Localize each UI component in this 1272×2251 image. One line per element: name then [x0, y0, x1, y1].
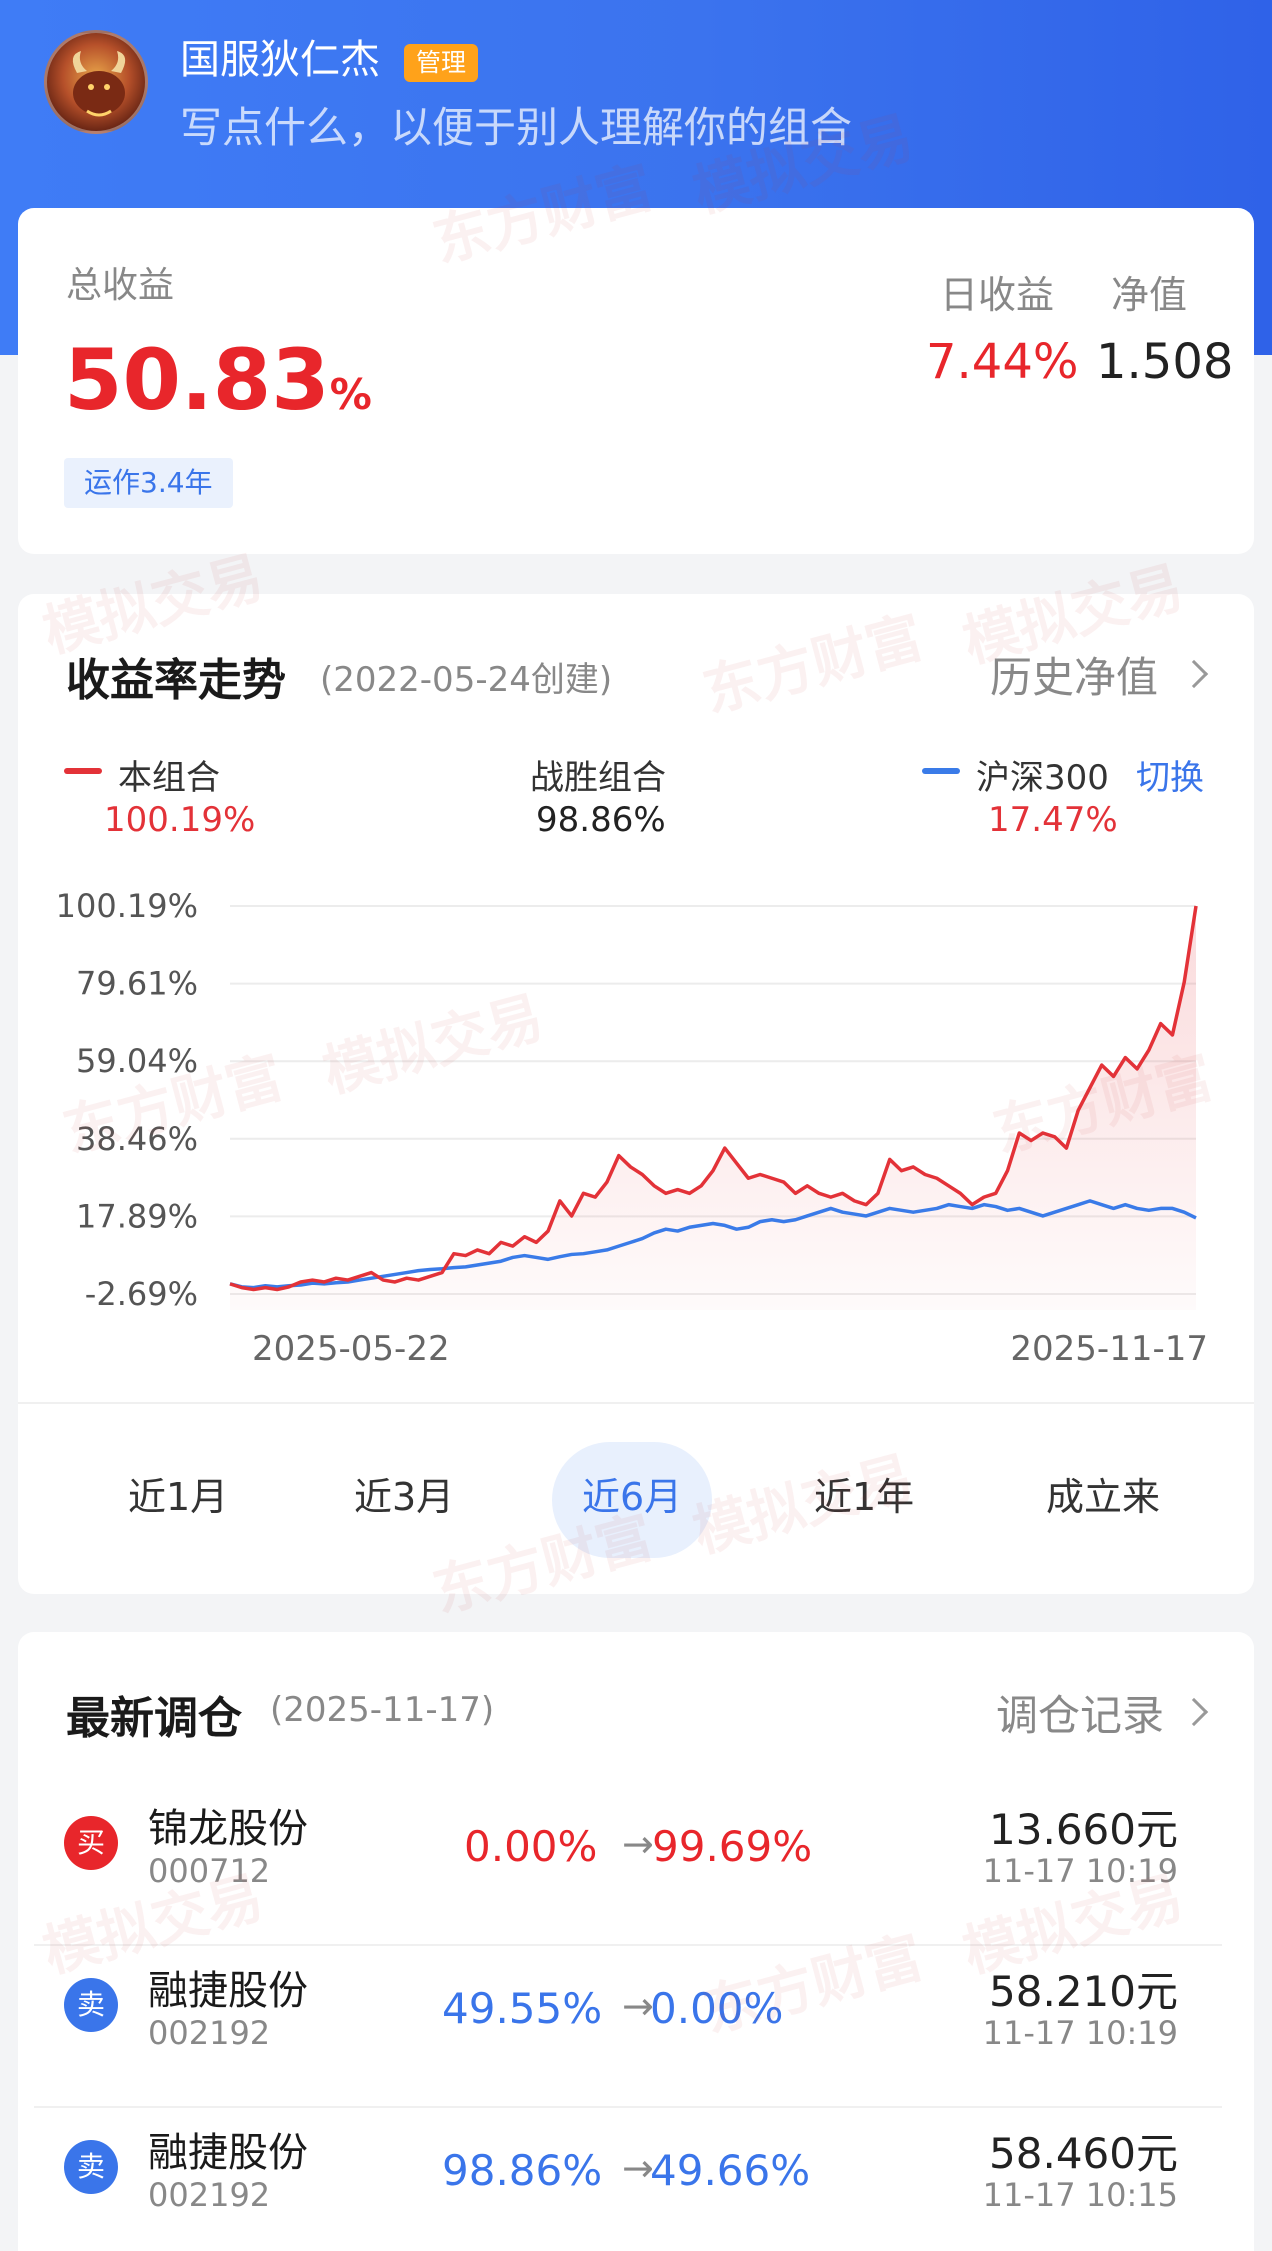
sell-icon: 卖 — [64, 2140, 118, 2194]
position-to: 49.66% — [650, 2146, 811, 2195]
rebalance-card: 最新调仓 (2025-11-17) 调仓记录 买锦龙股份 000712 0.00% →… — [18, 1632, 1254, 2251]
nav-label: 净值 — [1111, 273, 1188, 317]
rebalance-row[interactable]: 卖融捷股份 002192 98.86% → 49.66% 58.460元 11-17 10:… — [18, 2106, 1254, 2251]
trade-price: 13.660元 — [989, 1805, 1178, 1854]
arrow-right-icon: → — [622, 1822, 654, 1866]
return-trend-chart[interactable]: 100.19% 79.61% 59.04% 38.46% 17.89% -2.69% 202… — [18, 594, 1254, 1394]
trade-price: 58.460元 — [989, 2129, 1178, 2178]
buy-icon: 买 — [64, 1816, 118, 1870]
total-return-number: 50.83 — [64, 331, 330, 429]
user-name: 国服狄仁杰 — [180, 37, 380, 83]
x-end-label: 2025-11-17 — [1010, 1329, 1208, 1369]
daily-return-label: 日收益 — [940, 273, 1055, 317]
position-from: 49.55% — [442, 1984, 603, 2033]
rebalance-row[interactable]: 卖融捷股份 002192 49.55% → 0.00% 58.210元 11-17 10:1… — [18, 1944, 1254, 2106]
stock-name: 融捷股份 — [148, 2130, 308, 2176]
stock-code: 000712 — [148, 1852, 271, 1890]
stock-code: 002192 — [148, 2014, 271, 2052]
total-return-value: 50.83% — [64, 330, 372, 445]
position-from: 98.86% — [442, 2146, 603, 2195]
tab-period-2[interactable]: 近6月 — [582, 1442, 682, 1552]
y-tick-label: 100.19% — [56, 887, 198, 925]
trade-time: 11-17 10:19 — [982, 1852, 1178, 1890]
y-tick-label: 17.89% — [76, 1197, 198, 1235]
tab-period-4[interactable]: 成立来 — [1046, 1442, 1160, 1552]
position-from: 0.00% — [464, 1822, 598, 1871]
summary-card: 总收益 50.83% 运作3.4年 日收益 净值 7.44% 1.508 — [18, 208, 1254, 554]
position-to: 99.69% — [652, 1822, 813, 1871]
position-to: 0.00% — [650, 1984, 784, 2033]
y-tick-label: -2.69% — [85, 1275, 198, 1313]
y-tick-label: 59.04% — [76, 1042, 198, 1080]
trade-time: 11-17 10:15 — [982, 2176, 1178, 2214]
stock-name: 锦龙股份 — [148, 1806, 308, 1852]
rebalance-row[interactable]: 买锦龙股份 000712 0.00% → 99.69% 13.660元 11-17 10:1… — [18, 1782, 1254, 1944]
total-return-label: 总收益 — [66, 265, 175, 306]
trade-time: 11-17 10:19 — [982, 2014, 1178, 2052]
stock-code: 002192 — [148, 2176, 271, 2214]
tab-period-0[interactable]: 近1月 — [128, 1442, 228, 1552]
total-return-unit: % — [329, 370, 372, 419]
rebalance-date: (2025-11-17) — [270, 1690, 495, 1730]
x-start-label: 2025-05-22 — [252, 1329, 450, 1369]
chart-divider — [18, 1402, 1254, 1404]
sell-icon: 卖 — [64, 1978, 118, 2032]
running-age-tag: 运作3.4年 — [64, 458, 233, 508]
profile-header: 国服狄仁杰 管理 写点什么，以便于别人理解你的组合 — [0, 0, 1272, 205]
tab-period-3[interactable]: 近1年 — [814, 1442, 914, 1552]
rebalance-title: 最新调仓 — [66, 1693, 242, 1744]
avatar[interactable] — [44, 30, 148, 134]
stock-name: 融捷股份 — [148, 1968, 308, 2014]
y-tick-label: 79.61% — [76, 965, 198, 1003]
y-tick-label: 38.46% — [76, 1120, 198, 1158]
tab-period-1[interactable]: 近3月 — [354, 1442, 454, 1552]
nav-value: 1.508 — [1096, 334, 1234, 390]
daily-return-value: 7.44% — [926, 334, 1079, 390]
bull-avatar-icon — [72, 51, 126, 117]
portfolio-description[interactable]: 写点什么，以便于别人理解你的组合 — [180, 98, 852, 158]
manager-badge: 管理 — [404, 44, 479, 82]
chevron-right-icon — [1179, 1697, 1209, 1727]
trend-card: 收益率走势 (2022-05-24创建) 历史净值 本组合 100.19% 战胜… — [18, 594, 1254, 1594]
trade-price: 58.210元 — [989, 1967, 1178, 2016]
portfolio-area-fill — [230, 906, 1196, 1310]
rebalance-history-link[interactable]: 调仓记录 — [996, 1682, 1164, 1743]
